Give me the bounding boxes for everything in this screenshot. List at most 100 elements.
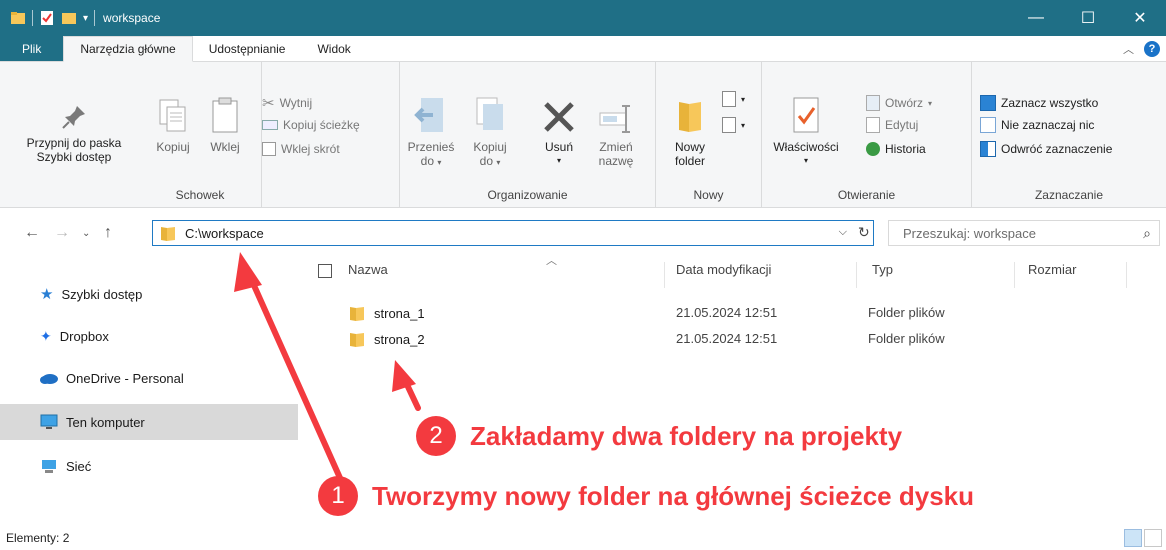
forward-arrow-icon[interactable]: → xyxy=(54,224,70,242)
large-icons-view-button[interactable] xyxy=(1144,529,1162,547)
sidebar-item-quick-access[interactable]: ★ Szybki dostęp xyxy=(0,276,298,312)
column-header-size[interactable]: Rozmiar xyxy=(1028,262,1076,277)
customize-qat-icon[interactable]: ▾ xyxy=(83,13,88,24)
folder-icon xyxy=(350,333,364,347)
close-button[interactable]: ✕ xyxy=(1114,0,1166,36)
annotation-badge: 2 xyxy=(416,416,456,456)
properties-icon xyxy=(793,97,819,133)
star-icon: ★ xyxy=(40,286,54,303)
search-input[interactable]: Przeszukaj: workspace ⌕ xyxy=(888,220,1160,246)
rename-line2: nazwę xyxy=(598,154,634,168)
sidebar-item-onedrive[interactable]: OneDrive - Personal xyxy=(0,360,298,396)
file-name: strona_1 xyxy=(374,305,425,321)
sort-up-icon: ︿ xyxy=(546,255,557,267)
back-arrow-icon[interactable]: ← xyxy=(24,224,40,242)
chevron-down-icon: ▾ xyxy=(741,94,746,104)
new-folder-icon xyxy=(679,102,701,132)
sidebar-item-label: Sieć xyxy=(66,458,92,474)
folder-icon[interactable] xyxy=(10,10,26,26)
edit-button[interactable]: Edytuj xyxy=(866,114,918,136)
toolbar-separator xyxy=(32,10,33,26)
sidebar-item-label: Ten komputer xyxy=(66,414,145,430)
sidebar-item-label: Szybki dostęp xyxy=(61,286,143,302)
new-item-button[interactable]: ▾ xyxy=(722,88,745,110)
easy-access-button[interactable]: ▾ xyxy=(722,114,745,136)
chevron-down-icon[interactable]: ⌵ xyxy=(839,226,847,239)
column-divider[interactable] xyxy=(664,262,665,288)
select-all-icon xyxy=(980,95,996,111)
new-folder-line2: folder xyxy=(674,154,706,168)
new-folder-line1: Nowy xyxy=(674,140,705,154)
sidebar-item-label: Dropbox xyxy=(59,328,109,344)
refresh-icon[interactable]: ↻ xyxy=(858,224,870,241)
copy-to-button[interactable]: Kopiuj do ▾ xyxy=(462,90,518,170)
maximize-button[interactable]: ☐ xyxy=(1062,0,1114,36)
rename-button[interactable]: Zmień nazwę xyxy=(590,90,642,168)
address-path: C:\workspace xyxy=(185,225,264,241)
cloud-icon xyxy=(40,374,58,384)
chevron-down-icon: ▾ xyxy=(437,158,442,167)
tab-file[interactable]: Plik xyxy=(0,36,64,61)
move-to-button[interactable]: Przenieś do ▾ xyxy=(402,90,460,170)
annotation-badge: 1 xyxy=(318,476,358,516)
table-row[interactable]: strona_2 21.05.2024 12:51 Folder plików xyxy=(300,328,1166,350)
column-divider[interactable] xyxy=(856,262,857,288)
properties-label: Właściwości xyxy=(773,140,839,154)
details-view-button[interactable] xyxy=(1124,529,1142,547)
move-to-line2: do xyxy=(420,154,434,168)
column-header-date[interactable]: Data modyfikacji xyxy=(676,262,771,277)
open-button[interactable]: Otwórz ▾ xyxy=(866,92,932,114)
minimize-button[interactable]: — xyxy=(1010,0,1062,36)
collapse-ribbon-icon[interactable]: ︿ xyxy=(1123,41,1134,57)
select-all-checkbox[interactable] xyxy=(318,264,332,278)
recent-locations-icon[interactable]: ⌄ xyxy=(82,228,90,239)
help-icon[interactable]: ? xyxy=(1144,40,1160,57)
tab-share[interactable]: Udostępnianie xyxy=(193,36,302,61)
annotation-callout-2: 2 Zakładamy dwa foldery na projekty xyxy=(416,416,902,456)
properties-icon[interactable] xyxy=(39,10,55,26)
open-icon xyxy=(866,95,880,111)
file-date: 21.05.2024 12:51 xyxy=(676,331,778,346)
ribbon: Przypnij do paska Szybki dostęp Kopiuj W… xyxy=(0,62,1166,208)
rename-icon xyxy=(599,105,630,133)
select-none-icon xyxy=(980,117,996,133)
column-header-type[interactable]: Typ xyxy=(872,262,893,277)
tab-view[interactable]: Widok xyxy=(301,36,366,61)
sidebar-item-label: OneDrive - Personal xyxy=(66,370,184,386)
invert-selection-icon xyxy=(980,141,996,157)
navigation-pane: ★ Szybki dostęp ✦ Dropbox OneDrive - Per… xyxy=(0,256,300,526)
history-icon xyxy=(866,142,880,156)
window-title: workspace xyxy=(103,11,161,25)
network-icon xyxy=(42,460,56,473)
up-arrow-icon[interactable]: ↑ xyxy=(104,224,112,242)
properties-button[interactable]: Właściwości ▾ xyxy=(766,90,846,168)
table-row[interactable]: strona_1 21.05.2024 12:51 Folder plików xyxy=(300,302,1166,324)
address-row: ← → ⌄ ↑ C:\workspace ⌵ ↻ Przeszukaj: wor… xyxy=(0,208,1166,256)
delete-label: Usuń xyxy=(544,140,573,154)
file-type: Folder plików xyxy=(868,305,945,320)
new-folder-button[interactable]: Nowy folder xyxy=(662,96,718,168)
column-divider[interactable] xyxy=(1014,262,1015,288)
select-all-button[interactable]: Zaznacz wszystko xyxy=(980,92,1098,114)
column-header-name[interactable]: Nazwa xyxy=(348,262,388,277)
search-icon[interactable]: ⌕ xyxy=(1143,225,1151,242)
copy-to-line2: do xyxy=(479,154,493,168)
sidebar-item-network[interactable]: Sieć xyxy=(0,448,298,484)
history-button[interactable]: Historia xyxy=(866,138,926,160)
group-new: Nowy folder ▾ ▾ Nowy xyxy=(656,62,762,208)
sidebar-item-dropbox[interactable]: ✦ Dropbox xyxy=(0,318,298,354)
file-type: Folder plików xyxy=(868,331,945,346)
chevron-down-icon: ▾ xyxy=(496,158,501,167)
new-folder-icon[interactable] xyxy=(61,10,77,26)
annotation-callout-1: 1 Tworzymy nowy folder na głównej ścieżc… xyxy=(318,476,974,516)
select-none-button[interactable]: Nie zaznaczaj nic xyxy=(980,114,1094,136)
sidebar-item-this-pc[interactable]: Ten komputer xyxy=(0,404,298,440)
search-placeholder: Przeszukaj: workspace xyxy=(903,225,1036,241)
tab-home[interactable]: Narzędzia główne xyxy=(63,36,193,62)
annotation-text: Tworzymy nowy folder na głównej ścieżce … xyxy=(372,480,975,511)
delete-button[interactable]: Usuń ▾ xyxy=(536,90,582,168)
column-divider[interactable] xyxy=(1126,262,1127,288)
address-bar[interactable]: C:\workspace ⌵ xyxy=(152,220,874,246)
invert-selection-button[interactable]: Odwróć zaznaczenie xyxy=(980,138,1112,160)
move-to-icon xyxy=(414,98,443,132)
